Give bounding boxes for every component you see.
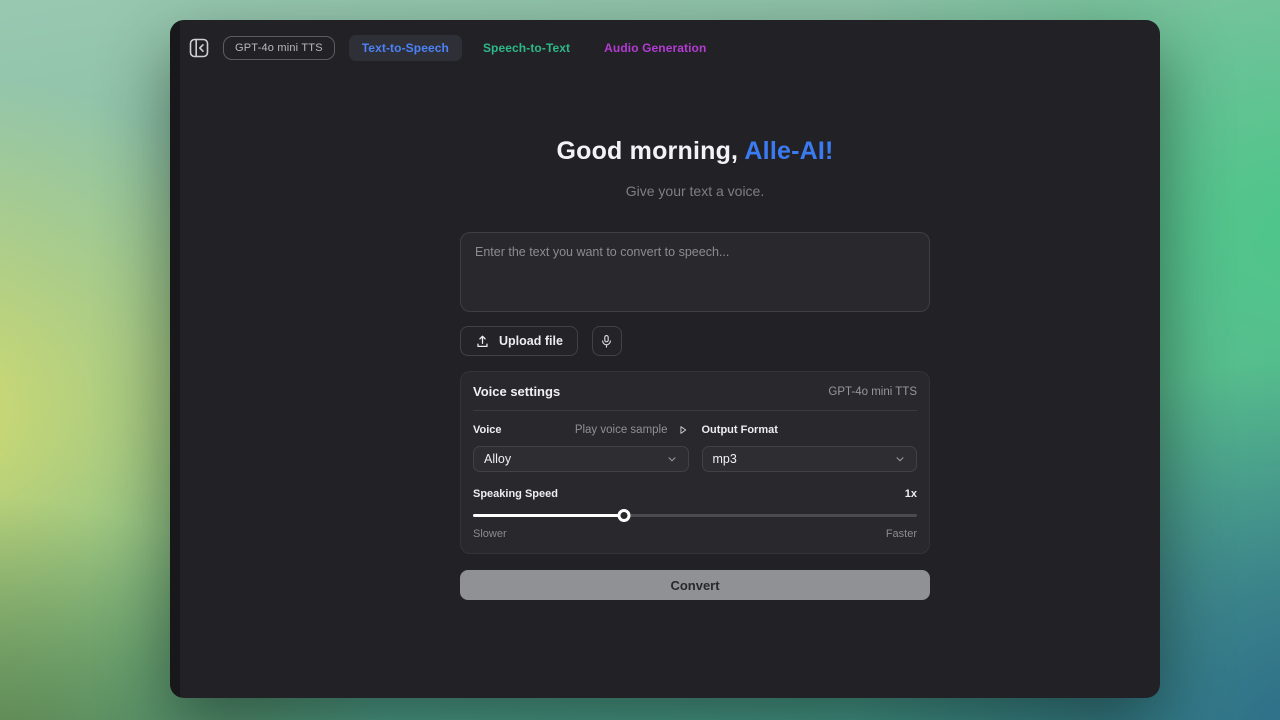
microphone-icon [599,334,614,349]
speed-slider-thumb[interactable] [617,509,630,522]
upload-file-label: Upload file [499,334,563,348]
speed-min-label: Slower [473,528,507,540]
speed-slider[interactable] [473,509,917,522]
main-content: Good morning, Alle-AI! Give your text a … [460,20,930,600]
speaking-speed-value: 1x [905,488,917,500]
composer-actions: Upload file [460,326,930,356]
speed-slider-fill [473,514,624,517]
speed-label-row: Speaking Speed 1x [473,487,917,501]
greeting-prefix: Good morning, [556,137,744,165]
app-window: GPT-4o mini TTS Text-to-Speech Speech-to… [170,20,1160,698]
output-format-select-value: mp3 [713,452,737,466]
collapsed-sidebar-rail [170,20,180,698]
play-icon [677,424,689,436]
voice-label: Voice [473,424,502,436]
divider [473,410,917,411]
output-format-label-row: Output Format [702,423,918,437]
speaking-speed-label: Speaking Speed [473,488,558,500]
upload-file-button[interactable]: Upload file [460,326,578,356]
greeting-username: Alle-AI! [744,137,833,165]
voice-settings-header: Voice settings GPT-4o mini TTS [473,384,917,399]
output-format-select[interactable]: mp3 [702,446,918,472]
speaking-speed-section: Speaking Speed 1x Slower Faster [473,487,917,540]
voice-format-grid: Voice Play voice sample Alloy [473,423,917,472]
chevron-down-icon [666,453,678,465]
output-format-label: Output Format [702,424,778,436]
voice-select-value: Alloy [484,452,511,466]
tab-text-to-speech[interactable]: Text-to-Speech [349,35,462,61]
model-pill-button[interactable]: GPT-4o mini TTS [223,36,335,60]
microphone-button[interactable] [592,326,622,356]
voice-field: Voice Play voice sample Alloy [473,423,689,472]
play-voice-sample-button[interactable]: Play voice sample [575,424,689,436]
text-input[interactable] [460,232,930,312]
speed-max-label: Faster [886,528,917,540]
voice-settings-model-label: GPT-4o mini TTS [828,386,917,398]
collapse-sidebar-button[interactable] [187,36,211,60]
chevron-down-icon [894,453,906,465]
speed-minmax-row: Slower Faster [473,528,917,540]
collapse-sidebar-icon [189,38,209,58]
page-title: Good morning, Alle-AI! [460,137,930,166]
output-format-field: Output Format mp3 [702,423,918,472]
play-voice-sample-label: Play voice sample [575,424,668,436]
voice-select[interactable]: Alloy [473,446,689,472]
voice-settings-title: Voice settings [473,384,560,399]
upload-icon [475,334,490,349]
convert-button[interactable]: Convert [460,570,930,600]
page-subtitle: Give your text a voice. [460,183,930,199]
voice-settings-card: Voice settings GPT-4o mini TTS Voice Pla… [460,371,930,554]
voice-label-row: Voice Play voice sample [473,423,689,437]
